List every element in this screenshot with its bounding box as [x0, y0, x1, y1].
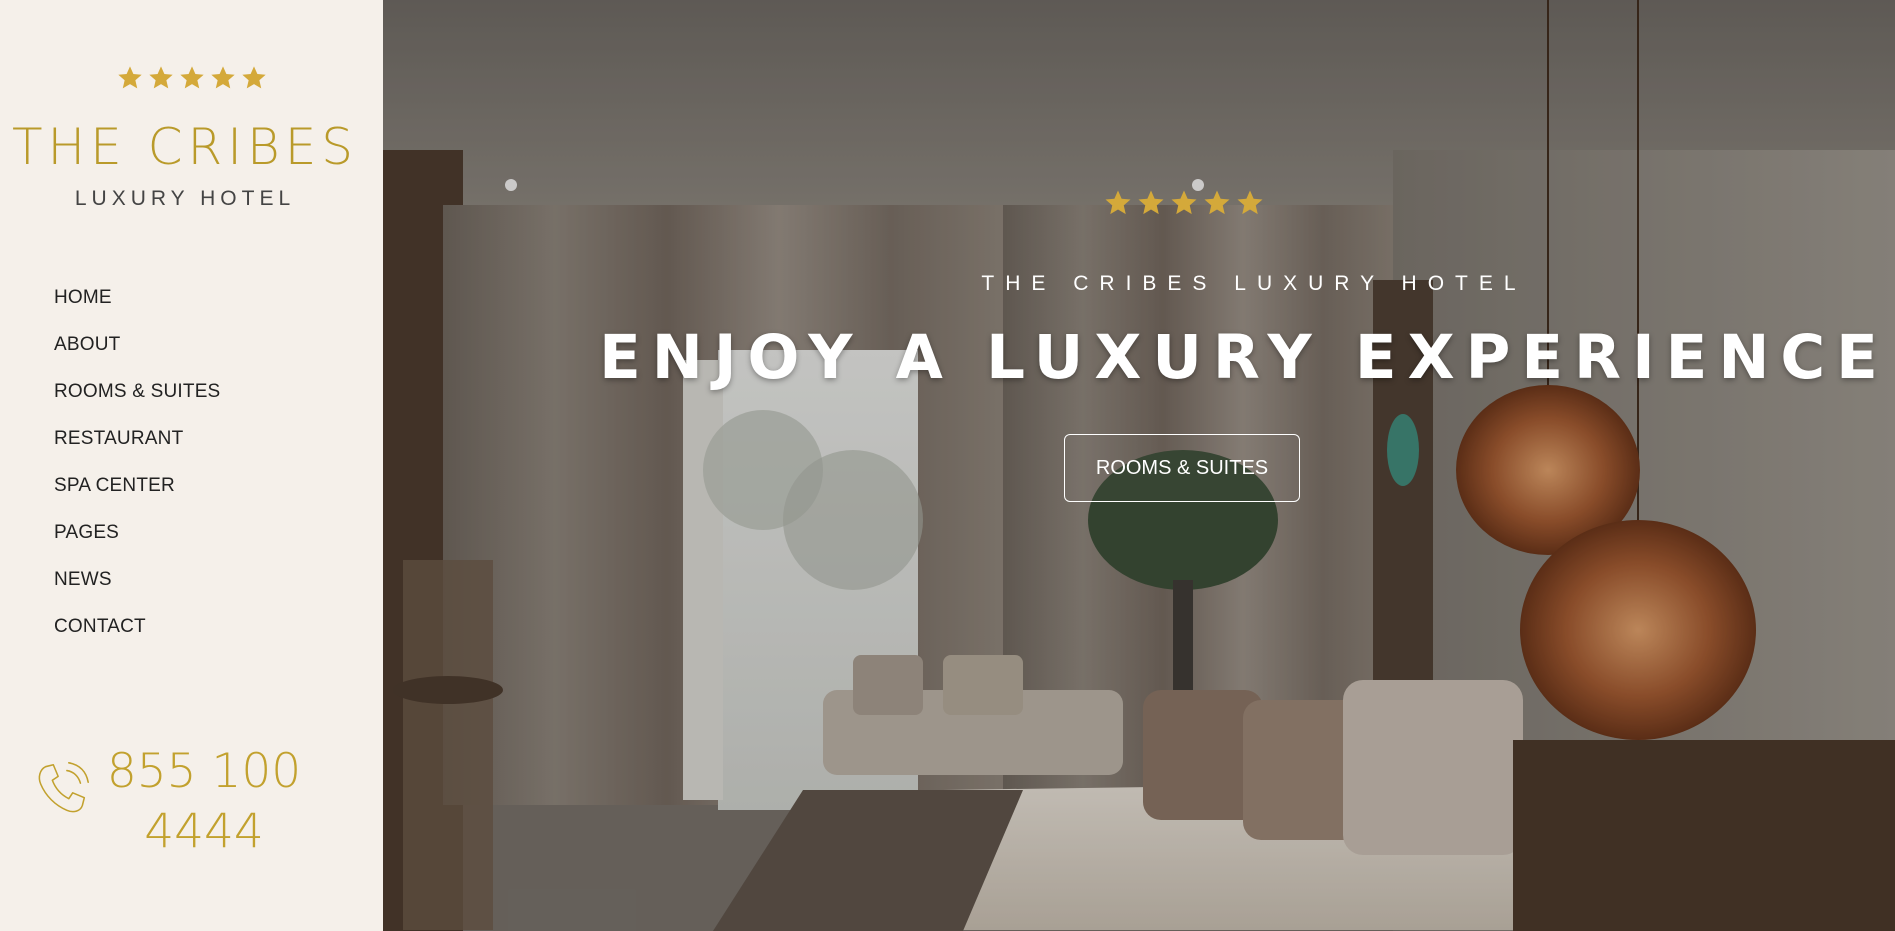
star-icon: [1105, 190, 1131, 215]
phone-number-line-2: 4444: [144, 804, 264, 859]
star-icon: [179, 66, 204, 89]
hero-rating-stars: [1103, 188, 1265, 218]
phone-number: 855 100 4444: [104, 742, 304, 862]
star-icon: [241, 66, 266, 89]
star-icon: [117, 66, 142, 89]
hero-eyebrow: THE CRIBES LUXURY HOTEL: [981, 272, 1527, 295]
rooms-suites-button[interactable]: ROOMS & SUITES: [1064, 434, 1300, 502]
phone-number-line-1: 855 100: [106, 744, 302, 799]
star-icon: [148, 66, 173, 89]
star-icon: [1204, 190, 1230, 215]
phone-icon: [38, 762, 89, 813]
sidebar-rating-stars: [0, 64, 383, 92]
nav-item-spa-center[interactable]: SPA CENTER: [54, 474, 220, 521]
main-nav: HOME ABOUT ROOMS & SUITES RESTAURANT SPA…: [54, 286, 220, 662]
nav-item-restaurant[interactable]: RESTAURANT: [54, 427, 220, 474]
hero-title: ENJOY A LUXURY EXPERIENCE: [599, 322, 1889, 393]
phone-contact[interactable]: 855 100 4444: [32, 742, 362, 862]
star-icon: [1138, 190, 1164, 215]
star-icon: [1237, 190, 1263, 215]
brand-logo-name[interactable]: THE CRIBES: [0, 118, 370, 176]
star-icon: [1171, 190, 1197, 215]
nav-item-about[interactable]: ABOUT: [54, 333, 220, 380]
nav-item-pages[interactable]: PAGES: [54, 521, 220, 568]
sidebar: THE CRIBES LUXURY HOTEL HOME ABOUT ROOMS…: [0, 0, 383, 931]
nav-item-news[interactable]: NEWS: [54, 568, 220, 615]
nav-item-rooms-suites[interactable]: ROOMS & SUITES: [54, 380, 220, 427]
brand-logo-subtitle: LUXURY HOTEL: [74, 187, 296, 210]
nav-item-contact[interactable]: CONTACT: [54, 615, 220, 662]
nav-item-home[interactable]: HOME: [54, 286, 220, 333]
star-icon: [210, 66, 235, 89]
hero-section: THE CRIBES LUXURY HOTEL ENJOY A LUXURY E…: [383, 0, 1895, 931]
